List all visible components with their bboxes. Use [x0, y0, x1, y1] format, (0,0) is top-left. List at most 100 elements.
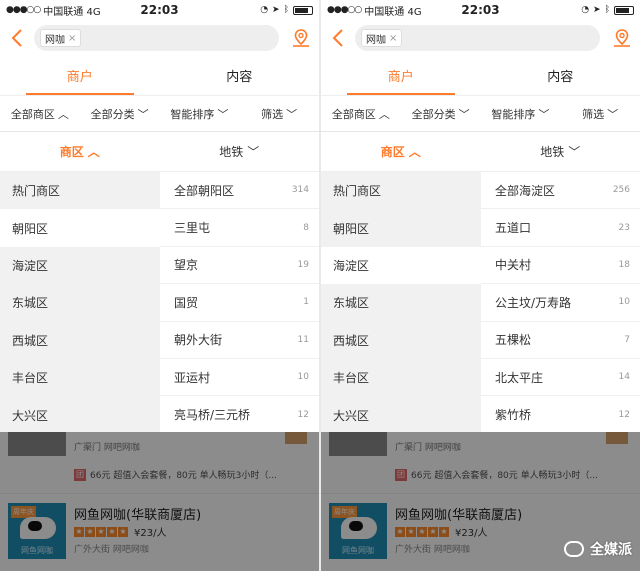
district-item[interactable]: 热门商区: [0, 172, 160, 209]
watermark-text: 全媒派: [590, 542, 632, 558]
carrier-label: 中国联通 4G: [364, 6, 422, 18]
dropdown-panel: 热门商区 朝阳区 海淀区 东城区 西城区 丰台区 大兴区 全部海淀区 256 五道…: [321, 172, 640, 434]
back-button[interactable]: [6, 24, 28, 52]
filter-sort[interactable]: 智能排序 ﹀: [160, 106, 240, 122]
close-icon[interactable]: ×: [389, 33, 397, 44]
map-button[interactable]: [610, 24, 634, 52]
top-tabs: 商户 内容: [0, 56, 319, 96]
chevron-down-icon: ﹀: [568, 145, 581, 159]
search-input[interactable]: 网咖 ×: [355, 25, 600, 51]
filter-category[interactable]: 全部分类 ﹀: [80, 106, 160, 122]
dropdown-tab-subway[interactable]: 地铁 ﹀: [481, 143, 640, 160]
area-count: 10: [297, 372, 309, 383]
chevron-down-icon: ﹀: [217, 107, 229, 121]
filter-more[interactable]: 筛选 ﹀: [239, 106, 319, 122]
area-count: 11: [297, 334, 309, 345]
district-item[interactable]: 大兴区: [0, 396, 160, 433]
district-item[interactable]: 西城区: [321, 322, 481, 359]
tab-content[interactable]: 内容: [481, 56, 640, 95]
area-count: 18: [618, 259, 630, 270]
search-chip[interactable]: 网咖 ×: [361, 29, 403, 47]
tab-content[interactable]: 内容: [160, 56, 320, 95]
area-item[interactable]: 朝外大街 11: [160, 322, 319, 359]
area-item[interactable]: 亮马桥/三元桥 12: [160, 396, 319, 434]
area-item[interactable]: 五棵松 7: [481, 322, 640, 359]
chevron-down-icon: ﹀: [286, 107, 298, 121]
back-button[interactable]: [327, 24, 349, 52]
status-bar: ●●●○○ 中国联通 4G 22:03 ◔ ➤ ᛒ: [321, 0, 640, 20]
search-input[interactable]: 网咖 ×: [34, 25, 279, 51]
district-item[interactable]: 丰台区: [321, 359, 481, 396]
filter-district[interactable]: 全部商区 ︿: [0, 106, 80, 122]
nav-bar: 网咖 ×: [0, 20, 319, 56]
district-item[interactable]: 朝阳区: [0, 209, 160, 247]
area-count: 314: [291, 185, 309, 196]
search-chip-label: 网咖: [366, 34, 386, 46]
district-item[interactable]: 东城区: [0, 284, 160, 321]
filter-category[interactable]: 全部分类 ﹀: [401, 106, 481, 122]
chevron-up-icon: ︿: [378, 107, 390, 121]
area-item[interactable]: 紫竹桥 12: [481, 396, 640, 434]
rotation-lock-icon: ◔: [581, 5, 590, 15]
area-count: 256: [612, 185, 630, 196]
chevron-down-icon: ﹀: [247, 145, 260, 159]
area-count: 8: [303, 222, 309, 233]
area-list: 全部海淀区 256 五道口 23 中关村 18 公主坟/万寿路 10 五棵松 7 北太平庄…: [481, 172, 640, 434]
map-button[interactable]: [289, 24, 313, 52]
area-item[interactable]: 三里屯 8: [160, 209, 319, 247]
area-item[interactable]: 亚运村 10: [160, 359, 319, 397]
area-item[interactable]: 五道口 23: [481, 209, 640, 247]
rotation-lock-icon: ◔: [260, 5, 269, 15]
area-item[interactable]: 全部海淀区 256: [481, 172, 640, 210]
district-list: 热门商区 朝阳区 海淀区 东城区 西城区 丰台区 大兴区: [0, 172, 160, 434]
carrier-label: 中国联通 4G: [43, 6, 101, 18]
filter-sort[interactable]: 智能排序 ﹀: [481, 106, 561, 122]
chevron-up-icon: ︿: [408, 145, 421, 159]
area-count: 23: [618, 222, 630, 233]
area-count: 19: [297, 259, 309, 270]
chevron-down-icon: ﹀: [137, 107, 149, 121]
dim-overlay[interactable]: [0, 432, 319, 571]
area-item[interactable]: 公主坟/万寿路 10: [481, 284, 640, 322]
district-item[interactable]: 热门商区: [321, 172, 481, 209]
district-item[interactable]: 西城区: [0, 322, 160, 359]
district-item[interactable]: 海淀区: [0, 247, 160, 284]
district-item[interactable]: 朝阳区: [321, 209, 481, 246]
dropdown-tabs: 商区 ︿ 地铁 ﹀: [321, 132, 640, 172]
area-item[interactable]: 国贸 1: [160, 284, 319, 322]
close-icon[interactable]: ×: [68, 33, 76, 44]
filter-more[interactable]: 筛选 ﹀: [560, 106, 640, 122]
area-item[interactable]: 全部朝阳区 314: [160, 172, 319, 210]
area-item[interactable]: 望京 19: [160, 247, 319, 285]
signal-icon: ●●●○○: [6, 5, 41, 15]
search-chip[interactable]: 网咖 ×: [40, 29, 82, 47]
dropdown-panel: 热门商区 朝阳区 海淀区 东城区 西城区 丰台区 大兴区 全部朝阳区 314 三里…: [0, 172, 319, 434]
stage: ●●●○○ 中国联通 4G 22:03 ◔ ➤ ᛒ 网咖 × 商户 内容 全部商…: [0, 0, 640, 571]
search-chip-label: 网咖: [45, 34, 65, 46]
dropdown-tab-subway[interactable]: 地铁 ﹀: [160, 143, 320, 160]
filter-district[interactable]: 全部商区 ︿: [321, 106, 401, 122]
district-item[interactable]: 丰台区: [0, 359, 160, 396]
map-pin-icon: [293, 29, 309, 47]
tab-merchants[interactable]: 商户: [321, 56, 481, 95]
wechat-icon: [564, 541, 584, 557]
chevron-down-icon: ﹀: [607, 107, 619, 121]
phone-screen-chaoyang: ●●●○○ 中国联通 4G 22:03 ◔ ➤ ᛒ 网咖 × 商户 内容 全部商…: [0, 0, 319, 571]
tab-merchants[interactable]: 商户: [0, 56, 160, 95]
bluetooth-icon: ᛒ: [604, 5, 610, 15]
chevron-left-icon: [332, 29, 343, 47]
district-item[interactable]: 大兴区: [321, 396, 481, 433]
watermark: 全媒派: [564, 539, 632, 559]
area-item[interactable]: 北太平庄 14: [481, 359, 640, 397]
district-item[interactable]: 海淀区: [321, 246, 481, 285]
area-count: 1: [303, 297, 309, 308]
chevron-up-icon: ︿: [57, 107, 69, 121]
dropdown-tab-district[interactable]: 商区 ︿: [0, 143, 160, 160]
area-count: 14: [618, 372, 630, 383]
district-item[interactable]: 东城区: [321, 284, 481, 321]
area-list: 全部朝阳区 314 三里屯 8 望京 19 国贸 1 朝外大街 11 亚运村 10 亮马桥/…: [160, 172, 319, 434]
filter-bar: 全部商区 ︿ 全部分类 ﹀ 智能排序 ﹀ 筛选 ﹀: [0, 96, 319, 132]
area-item[interactable]: 中关村 18: [481, 247, 640, 285]
area-count: 7: [624, 334, 630, 345]
dropdown-tab-district[interactable]: 商区 ︿: [321, 143, 481, 160]
